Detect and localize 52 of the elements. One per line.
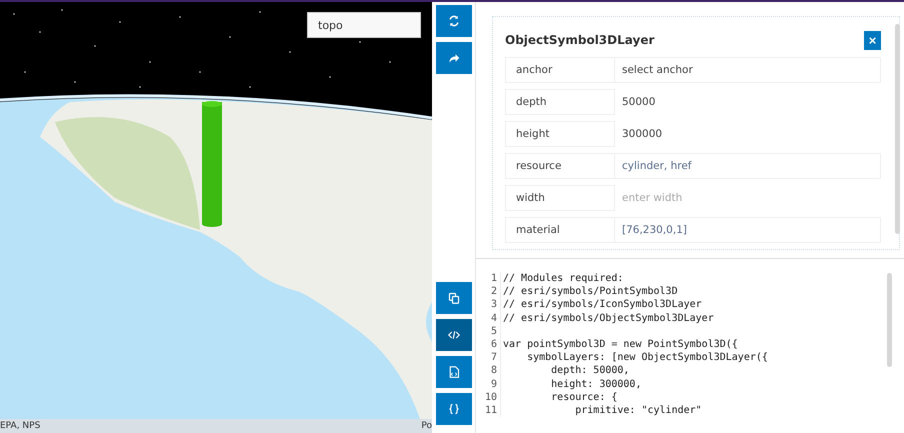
line-number: 9 — [479, 378, 501, 391]
code-icon — [448, 329, 460, 341]
toolbar-button[interactable] — [436, 5, 472, 37]
property-label: height — [505, 121, 615, 147]
scrollbar[interactable] — [895, 24, 900, 234]
line-number: 4 — [479, 312, 501, 325]
line-number: 10 — [479, 390, 501, 404]
input-field[interactable]: enter width — [615, 185, 881, 211]
code-line: // esri/symbols/ObjectSymbol3DLayer — [503, 312, 714, 325]
toolbar-button[interactable] — [436, 282, 472, 314]
toolbar-button[interactable] — [436, 393, 472, 425]
toolbar-button[interactable] — [436, 42, 472, 74]
code-line: // Modules required: — [503, 272, 624, 286]
input-field[interactable]: 50000 — [615, 89, 881, 115]
line-number: 2 — [479, 285, 501, 298]
toolbar-button[interactable] — [436, 356, 472, 388]
basemap-field[interactable]: topo — [307, 12, 421, 38]
property-label: depth — [505, 89, 615, 115]
line-number: 6 — [479, 338, 501, 352]
code-line: symbolLayers: [new ObjectSymbol3DLayer({ — [526, 351, 768, 364]
input-field[interactable]: 300000 — [615, 121, 881, 147]
property-label: anchor — [505, 57, 615, 83]
line-number: 1 — [479, 272, 501, 286]
anchor-dropdown[interactable]: select anchor — [615, 57, 881, 83]
close-button[interactable]: × — [864, 30, 881, 50]
file-icon — [448, 366, 460, 378]
line-number: 3 — [479, 298, 501, 312]
code-line: // esri/symbols/PointSymbol3D — [503, 285, 678, 298]
property-label: material — [505, 217, 615, 243]
property-value-link[interactable]: cylinder, href — [615, 153, 881, 179]
scrollbar[interactable] — [887, 273, 892, 367]
attribution-text: Po — [421, 421, 432, 431]
code-line: primitive: "cylinder" — [574, 404, 702, 418]
line-number: 7 — [479, 351, 501, 364]
code-line: var pointSymbol3D = new PointSymbol3D({ — [503, 338, 738, 352]
line-number: 11 — [479, 404, 501, 418]
code-line: depth: 50000, — [550, 364, 630, 378]
code-line: height: 300000, — [550, 378, 642, 391]
code-line: resource: { — [550, 390, 618, 404]
attribution-text: EPA, NPS — [0, 421, 40, 431]
copy-icon — [448, 292, 460, 304]
code-line: // esri/symbols/IconSymbol3DLayer — [503, 298, 702, 312]
toolbar-button[interactable] — [436, 319, 472, 351]
card-title: ObjectSymbol3DLayer — [505, 33, 654, 47]
property-value-link[interactable]: [76,230,0,1] — [615, 217, 881, 243]
line-number: 5 — [479, 324, 501, 338]
share-arrow-icon — [448, 52, 460, 64]
property-label: width — [505, 185, 615, 211]
refresh-icon — [448, 15, 460, 27]
braces-icon — [448, 403, 460, 415]
property-label: resource — [505, 153, 615, 179]
line-number: 8 — [479, 364, 501, 378]
